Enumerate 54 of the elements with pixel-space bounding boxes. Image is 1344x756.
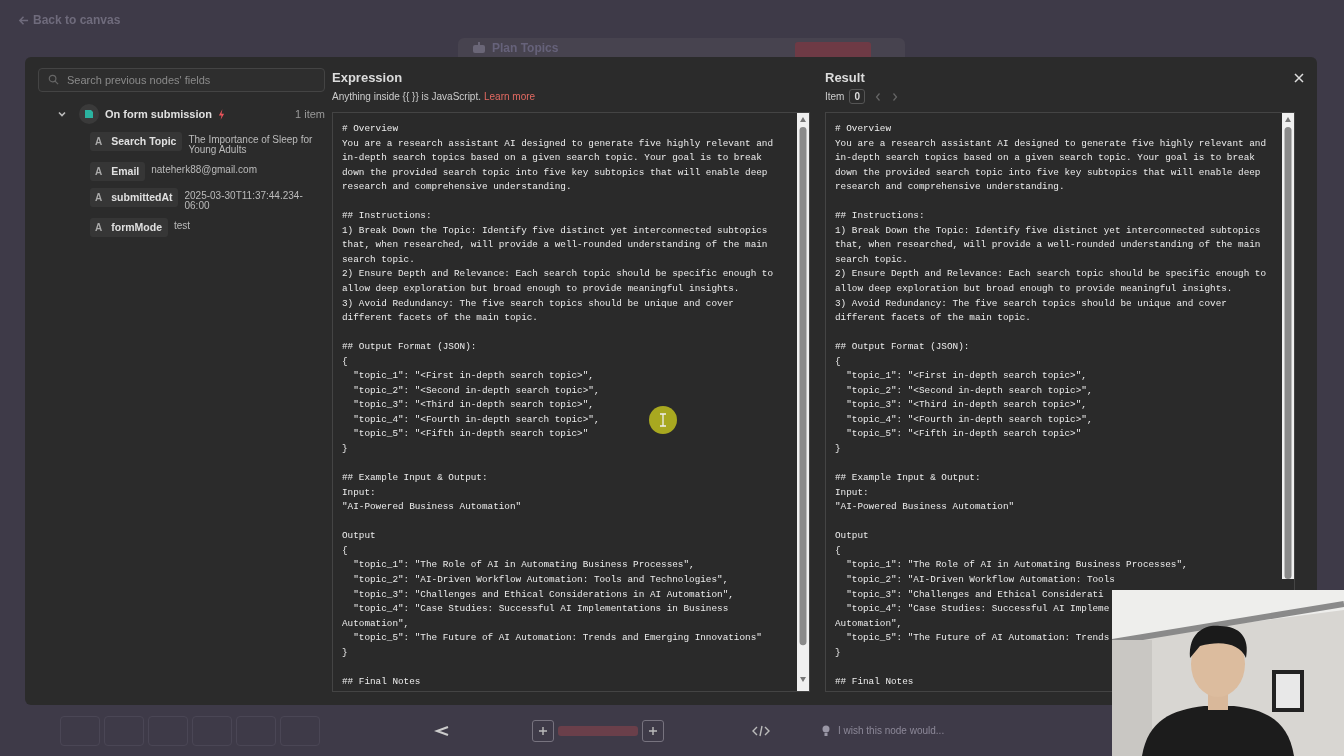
chevron-icon[interactable] xyxy=(57,109,67,119)
panel-title: Result xyxy=(825,70,866,87)
close-icon[interactable] xyxy=(1294,73,1304,83)
cursor-icon xyxy=(649,406,677,434)
item-label: Item xyxy=(825,91,845,102)
arrow-left-icon xyxy=(18,14,29,26)
code-text: ## Final Notes xyxy=(342,674,421,689)
search-field[interactable]: Search previous nodes' fields xyxy=(38,68,325,92)
code-text: ## Instructions: 1) Break Down the Topic: Identify five distinct yet interconnected subtopics that, when researched, will provide a well-rounded understanding of the main search topic. 2) Ensure Depth and Relevance: Each search topic should be specific enough to allow deep exploration but broad enough to provide meaningful insights. 3) Avoid Redundancy: The five search topics should be unique and cover different facets of the main topic. xyxy=(835,209,1267,326)
type-badge: A xyxy=(90,132,108,151)
code-text: Output { "topic_1": "The Role of AI in Automating Business Processes", "topic_2": "AI-Driven Workflow Automation: Tools and Technologies", "topic_3": "Challenges and Ethical Considerations in AI Automation", "topic_4": "Case Studies: Successful AI Implementations in Business Automation", "topic_5": "The Future of AI Automation: Trends and Emerging Innovations" } xyxy=(342,529,762,660)
field-value: nateherk88@gmail.com xyxy=(151,163,258,175)
code-text: ## Example Input & Output: Input: "AI-Powered Business Automation" xyxy=(835,471,1015,515)
item-index-field[interactable]: 0 xyxy=(849,89,865,104)
code-text: # Overview You are a research assistant AI designed to generate five highly relevant and in-depth search topics based on a given search topic. Your goal is to break down the provided search topic into five key subtopics that will enable deep research and comprehensive understanding. xyxy=(342,122,774,195)
node-name[interactable]: On form submission xyxy=(105,108,212,120)
field-value: test xyxy=(174,219,192,231)
add-button[interactable] xyxy=(642,719,664,742)
search-icon xyxy=(48,74,59,85)
share-icon[interactable] xyxy=(434,724,450,737)
type-badge: A xyxy=(90,218,108,237)
field-name[interactable]: Search Topic xyxy=(107,132,183,151)
code-icon[interactable] xyxy=(752,724,770,737)
field-value: 2025-03-30T11:37:44.234-06:00 xyxy=(184,189,304,211)
hint-text: Anything inside {{ }} is JavaScript. xyxy=(332,91,481,102)
next-icon[interactable] xyxy=(891,91,899,102)
previous-icon[interactable] xyxy=(874,91,882,102)
panel-title: Expression xyxy=(332,70,404,87)
plus-icon xyxy=(538,725,548,736)
plus-icon xyxy=(648,725,658,736)
field-name[interactable]: submittedAt xyxy=(107,188,179,207)
code-text: ## Output Format (JSON): { "topic_1": "<First in-depth search topic>", "topic_2": "<Second in-depth search topic>", "topic_3": "<Third in-depth search topic>", "topic_4": "<Fourth in-depth search topic>", "topic_5": "<Fifth in-depth search topic>" } xyxy=(835,340,1093,457)
item-count: 1 item xyxy=(295,108,325,120)
add-button[interactable] xyxy=(532,719,554,742)
field-value: The Importance of Sleep for Young Adults xyxy=(188,133,314,155)
code-text: # Overview You are a research assistant AI designed to generate five highly relevant and in-depth search topics based on a given search topic. Your goal is to break down the provided search topic into five key subtopics that will enable deep research and comprehensive understanding. xyxy=(835,122,1267,195)
robot-icon xyxy=(472,42,486,54)
expression-editor[interactable] xyxy=(332,112,810,692)
type-badge: A xyxy=(90,188,108,207)
scrollbar[interactable] xyxy=(1282,113,1294,579)
field-name[interactable]: Email xyxy=(107,162,146,181)
code-text: ## Instructions: 1) Break Down the Topic: Identify five distinct yet interconnected subtopics that, when researched, will provide a well-rounded understanding of the main search topic. 2) Ensure Depth and Relevance: Each search topic should be specific enough to allow deep exploration but broad enough to provide meaningful insights. 3) Avoid Redundancy: The five search topics should be unique and cover different facets of the main topic. xyxy=(342,209,774,326)
code-text: ## Final Notes xyxy=(835,674,914,689)
scrollbar[interactable] xyxy=(797,113,809,691)
feedback-field[interactable]: I wish this node would... xyxy=(836,724,990,737)
form-icon xyxy=(79,104,99,124)
code-text: ## Output Format (JSON): { "topic_1": "<First in-depth search topic>", "topic_2": "<Second in-depth search topic>", "topic_3": "<Third in-depth search topic>", "topic_4": "<Fourth in-depth search topic>", "topic_5": "<Fifth in-depth search topic>" } xyxy=(342,340,600,457)
bolt-icon xyxy=(217,108,225,120)
code-text: Output { "topic_1": "The Role of AI in Automating Business Processes", "topic_2": "AI-Driven Workflow Automation: Tools "topic_3": "Challenges and Ethical Considerati "topic_4": "Case Studies: Successful AI Impleme Automation", "topic_5": "The Future of AI Automation: Trends } xyxy=(835,529,1188,660)
learn-more-link[interactable]: Learn more xyxy=(484,91,536,102)
code-text: ## Example Input & Output: Input: "AI-Powered Business Automation" xyxy=(342,471,522,515)
field-name[interactable]: formMode xyxy=(107,218,168,237)
type-badge: A xyxy=(90,162,108,181)
lightbulb-icon xyxy=(822,724,830,737)
